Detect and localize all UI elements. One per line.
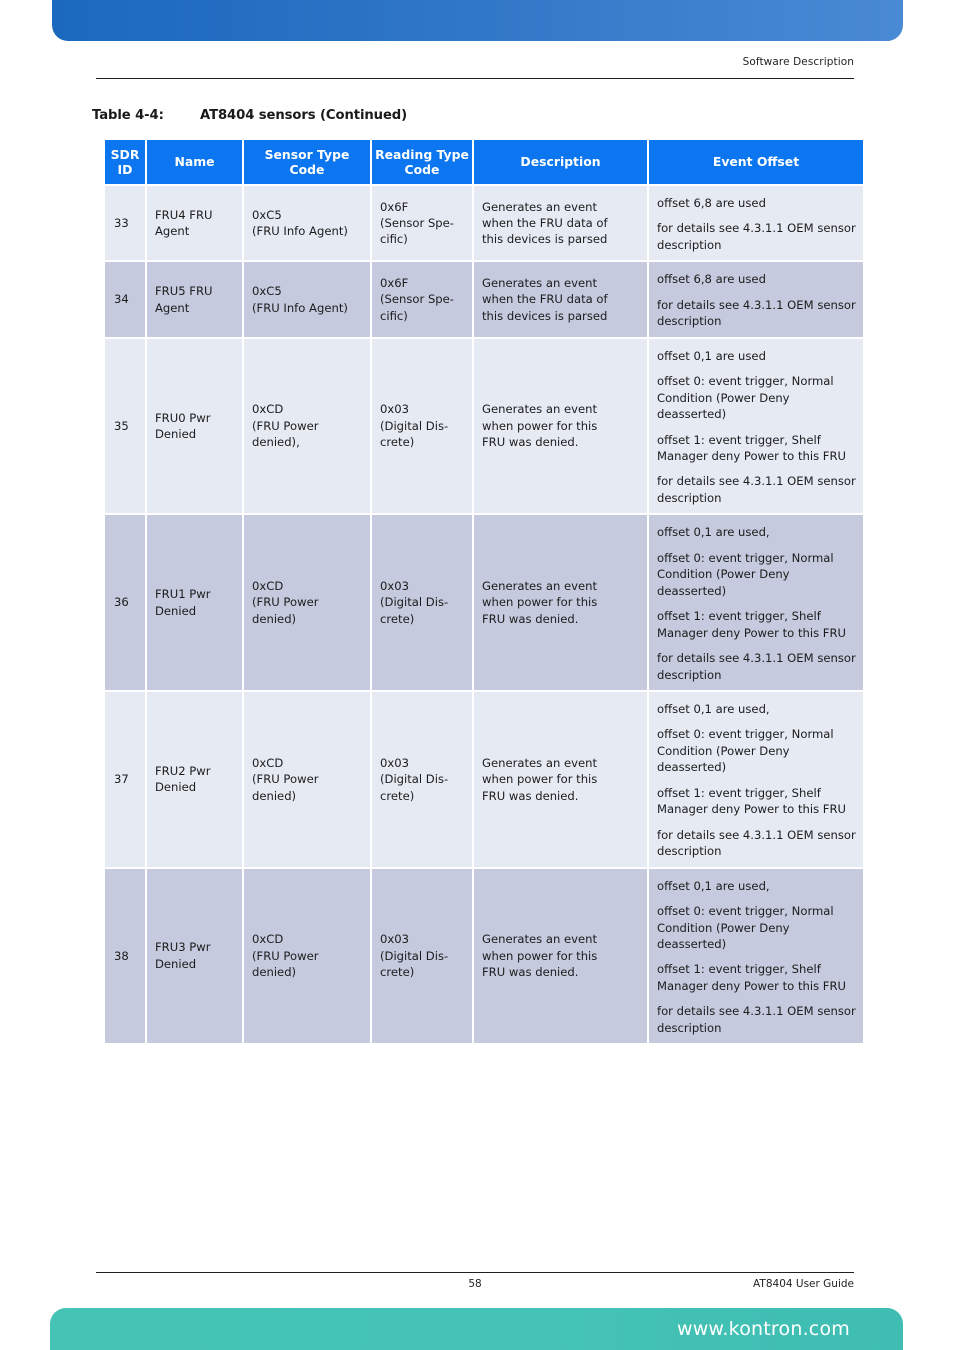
cell-description: Generates an event when power for this F… bbox=[474, 515, 647, 690]
column-header-description: Description bbox=[474, 140, 647, 184]
footer-guide-title: AT8404 User Guide bbox=[753, 1278, 854, 1290]
table-header: SDR ID Name Sensor Type Code Reading Typ… bbox=[105, 140, 863, 184]
cell-sdr-id: 36 bbox=[105, 515, 145, 690]
cell-sensor-type-code: 0xCD (FRU Power denied) bbox=[244, 868, 370, 1044]
column-header-line1: SDR bbox=[110, 146, 140, 162]
document-page: Software Description Table 4-4: AT8404 se… bbox=[0, 0, 954, 1350]
cell-name: FRU2 Pwr Denied bbox=[147, 691, 242, 867]
column-header-sdr-id: SDR ID bbox=[105, 140, 145, 184]
table-row: 36 FRU1 Pwr Denied 0xCD (FRU Power denie… bbox=[105, 515, 863, 690]
cell-reading-type-code: 0x6F (Sensor Spe- cific) bbox=[372, 262, 472, 337]
table-caption-label: Table 4-4: bbox=[92, 108, 164, 123]
cell-description: Generates an event when power for this F… bbox=[474, 868, 647, 1044]
cell-name: FRU0 Pwr Denied bbox=[147, 338, 242, 514]
column-header-name: Name bbox=[147, 140, 242, 184]
column-header-line1: Sensor Type bbox=[264, 146, 350, 162]
table-caption-title: AT8404 sensors (Continued) bbox=[200, 108, 408, 123]
table-body: 33 FRU4 FRU Agent 0xC5 (FRU Info Agent) … bbox=[105, 186, 863, 1044]
header-rule bbox=[96, 78, 854, 80]
table-caption: Table 4-4: AT8404 sensors (Continued) bbox=[92, 108, 407, 123]
cell-description: Generates an event when power for this F… bbox=[474, 691, 647, 867]
column-header-line1: Reading Type bbox=[375, 146, 469, 162]
cell-event-offset: offset 6,8 are used for details see 4.3.… bbox=[649, 186, 863, 261]
cell-sensor-type-code: 0xC5 (FRU Info Agent) bbox=[244, 186, 370, 261]
cell-event-offset: offset 0,1 are used, offset 0: event tri… bbox=[649, 515, 863, 690]
cell-event-offset: offset 0,1 are used, offset 0: event tri… bbox=[649, 691, 863, 867]
column-header-event-offset: Event Offset bbox=[649, 140, 863, 184]
cell-description: Generates an event when the FRU data of … bbox=[474, 262, 647, 337]
column-header-reading-type-code: Reading Type Code bbox=[372, 140, 472, 184]
column-header-sensor-type-code: Sensor Type Code bbox=[244, 140, 370, 184]
cell-sdr-id: 38 bbox=[105, 868, 145, 1044]
cell-sdr-id: 34 bbox=[105, 262, 145, 337]
column-header-line2: Code bbox=[289, 162, 325, 177]
footer-rule bbox=[96, 1272, 854, 1274]
cell-event-offset: offset 0,1 are used offset 0: event trig… bbox=[649, 338, 863, 514]
table-row: 38 FRU3 Pwr Denied 0xCD (FRU Power denie… bbox=[105, 868, 863, 1044]
cell-name: FRU3 Pwr Denied bbox=[147, 868, 242, 1044]
column-header-line1: Description bbox=[520, 154, 601, 170]
cell-reading-type-code: 0x03 (Digital Dis- crete) bbox=[372, 868, 472, 1044]
cell-sensor-type-code: 0xCD (FRU Power denied), bbox=[244, 338, 370, 514]
cell-sdr-id: 35 bbox=[105, 338, 145, 514]
column-header-line2: ID bbox=[117, 162, 133, 177]
cell-reading-type-code: 0x6F (Sensor Spe- cific) bbox=[372, 186, 472, 261]
cell-sensor-type-code: 0xCD (FRU Power denied) bbox=[244, 691, 370, 867]
table-row: 35 FRU0 Pwr Denied 0xCD (FRU Power denie… bbox=[105, 338, 863, 514]
cell-reading-type-code: 0x03 (Digital Dis- crete) bbox=[372, 691, 472, 867]
sensors-table: SDR ID Name Sensor Type Code Reading Typ… bbox=[103, 138, 865, 1045]
cell-reading-type-code: 0x03 (Digital Dis- crete) bbox=[372, 515, 472, 690]
table-row: 34 FRU5 FRU Agent 0xC5 (FRU Info Agent) … bbox=[105, 262, 863, 337]
cell-event-offset: offset 6,8 are used for details see 4.3.… bbox=[649, 262, 863, 337]
cell-sensor-type-code: 0xC5 (FRU Info Agent) bbox=[244, 262, 370, 337]
cell-reading-type-code: 0x03 (Digital Dis- crete) bbox=[372, 338, 472, 514]
kontron-website-url[interactable]: www.kontron.com bbox=[50, 1318, 850, 1340]
table-row: 37 FRU2 Pwr Denied 0xCD (FRU Power denie… bbox=[105, 691, 863, 867]
column-header-line1: Name bbox=[174, 154, 215, 170]
cell-description: Generates an event when the FRU data of … bbox=[474, 186, 647, 261]
cell-description: Generates an event when power for this F… bbox=[474, 338, 647, 514]
cell-sdr-id: 37 bbox=[105, 691, 145, 867]
cell-sdr-id: 33 bbox=[105, 186, 145, 261]
cell-name: FRU1 Pwr Denied bbox=[147, 515, 242, 690]
top-banner-decoration bbox=[52, 0, 903, 41]
cell-event-offset: offset 0,1 are used, offset 0: event tri… bbox=[649, 868, 863, 1044]
cell-sensor-type-code: 0xCD (FRU Power denied) bbox=[244, 515, 370, 690]
column-header-line1: Event Offset bbox=[712, 154, 800, 170]
table-row: 33 FRU4 FRU Agent 0xC5 (FRU Info Agent) … bbox=[105, 186, 863, 261]
running-head: Software Description bbox=[742, 56, 854, 68]
cell-name: FRU4 FRU Agent bbox=[147, 186, 242, 261]
column-header-line2: Code bbox=[404, 162, 440, 177]
cell-name: FRU5 FRU Agent bbox=[147, 262, 242, 337]
table-header-row: SDR ID Name Sensor Type Code Reading Typ… bbox=[105, 140, 863, 184]
